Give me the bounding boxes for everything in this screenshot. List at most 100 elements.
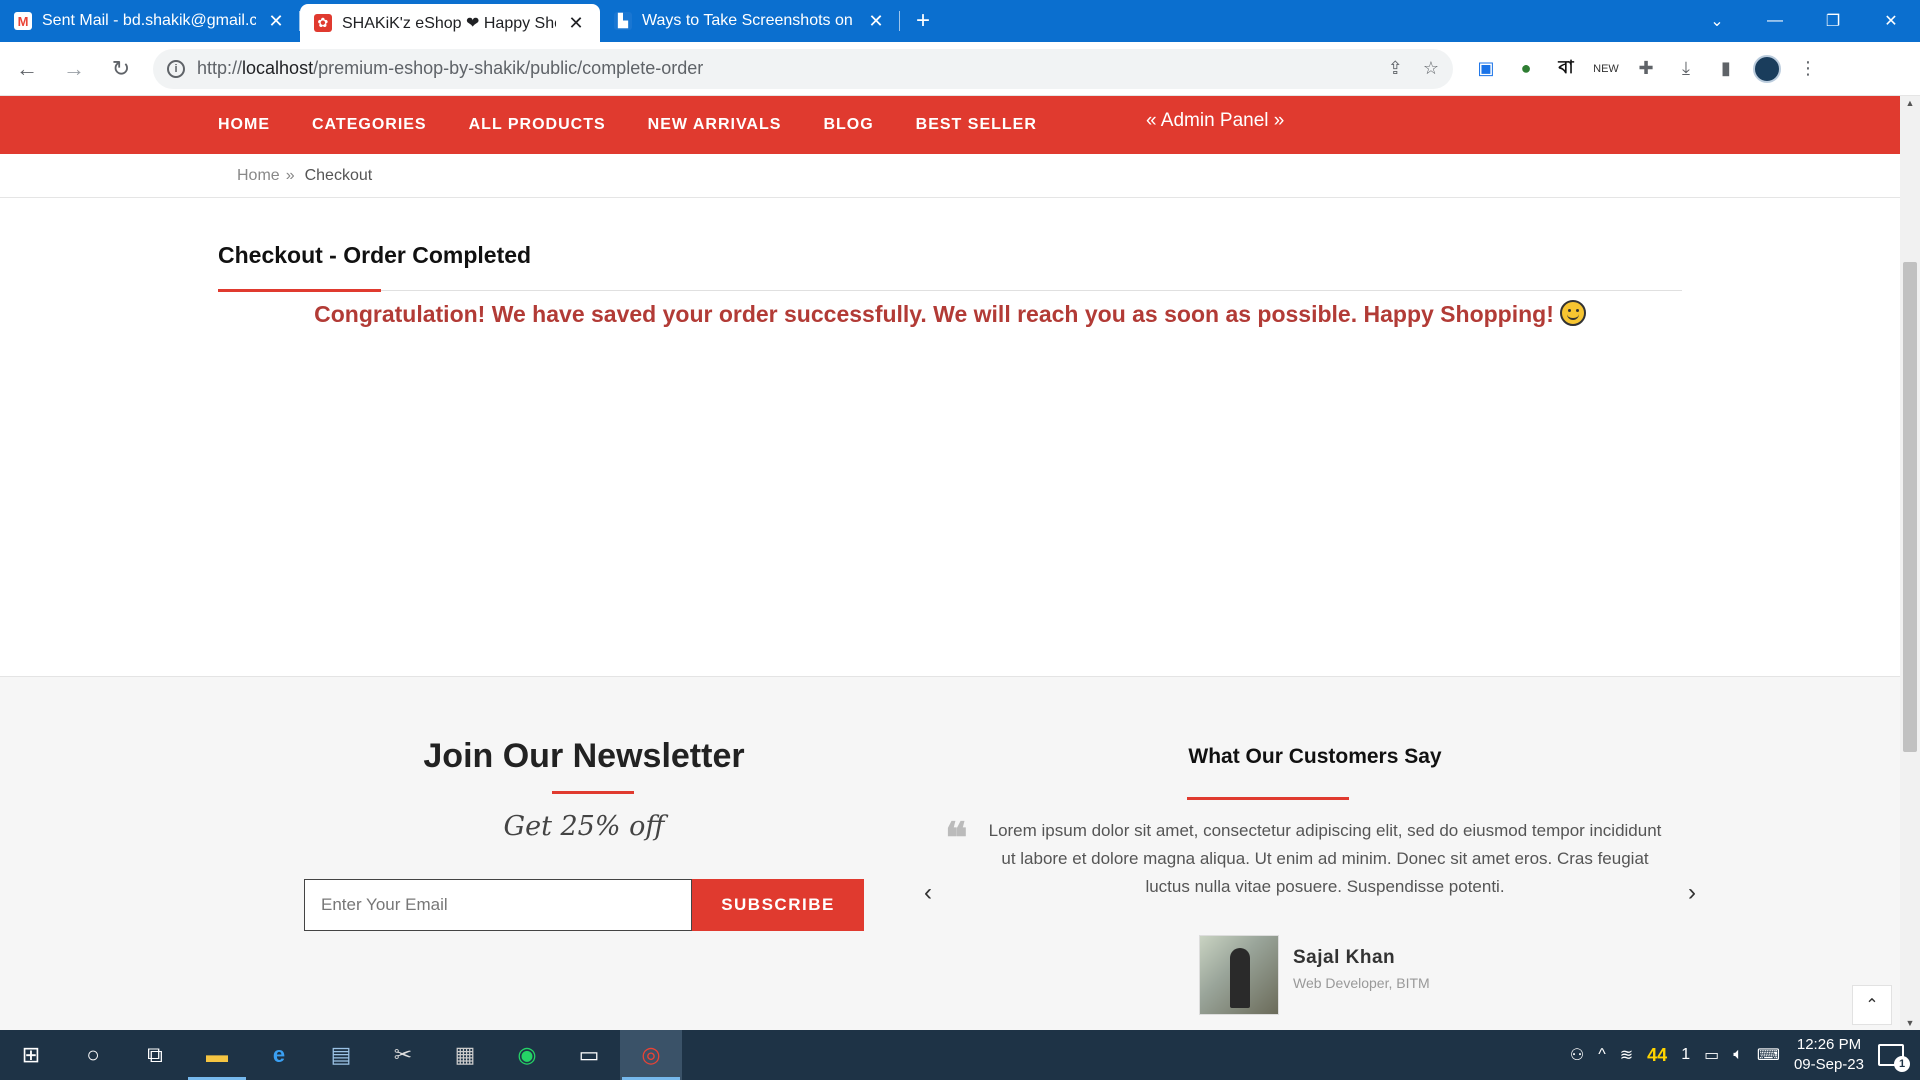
order-success-message: Congratulation! We have saved your order… — [218, 300, 1682, 328]
forward-icon[interactable]: → — [54, 49, 94, 89]
keyboard-icon[interactable]: ⌨ — [1757, 1045, 1780, 1065]
puzzle-icon[interactable]: ✚ — [1633, 56, 1659, 82]
scrollbar-thumb[interactable] — [1903, 262, 1917, 752]
save-extension-icon[interactable]: ▣ — [1473, 56, 1499, 82]
bangla-extension-icon[interactable]: বা — [1553, 56, 1579, 82]
scroll-down-icon[interactable]: ▼ — [1900, 1018, 1920, 1028]
scroll-up-icon[interactable]: ▲ — [1900, 98, 1920, 108]
whatsapp-icon[interactable]: ◉ — [496, 1030, 558, 1080]
title-accent-bar — [218, 289, 381, 292]
site-info-icon[interactable]: i — [167, 59, 185, 78]
side-panel-icon[interactable]: ▮ — [1713, 56, 1739, 82]
volume-icon[interactable]: 🔈︎ — [1733, 1046, 1743, 1064]
chrome-icon[interactable]: ◎ — [620, 1030, 682, 1080]
file-explorer-icon[interactable]: ▬ — [186, 1030, 248, 1080]
browser-tabbar: M Sent Mail - bd.shakik@gmail.com ✕ ✿ SH… — [0, 0, 1920, 42]
email-input[interactable]: Enter Your Email — [304, 879, 692, 931]
nav-blog[interactable]: BLOG — [823, 116, 873, 134]
wifi-icon[interactable]: ≋ — [1620, 1045, 1633, 1065]
tab-title: Ways to Take Screenshots on Windows — [642, 12, 856, 29]
tab-eshop[interactable]: ✿ SHAKiK'z eShop ❤ Happy Shopping ✕ — [300, 4, 600, 42]
tab-gmail[interactable]: M Sent Mail - bd.shakik@gmail.com ✕ — [0, 0, 300, 42]
task-view-icon[interactable]: ⧉ — [124, 1030, 186, 1080]
page-scrollbar[interactable]: ▲ ▼ — [1900, 96, 1920, 1030]
nav-categories[interactable]: CATEGORIES — [312, 116, 427, 134]
system-tray: ⚇ ^ ≋ 44 1 ▭ 🔈︎ ⌨ 12:26 PM 09-Sep-23 1 — [1570, 1035, 1920, 1075]
breadcrumb: Home » Checkout — [0, 154, 1900, 198]
menu-icon[interactable]: ⋮ — [1795, 56, 1821, 82]
share-icon[interactable]: ⇪ — [1388, 58, 1403, 79]
subscribe-button[interactable]: SUBSCRIBE — [692, 879, 864, 931]
testimonial-role: Web Developer, BITM — [1293, 975, 1430, 991]
close-window-icon[interactable]: ✕ — [1862, 0, 1920, 42]
extensions-area: ▣ ● বা NEW ✚ ⤓ ▮ ⋮ — [1473, 54, 1821, 83]
tab-screenshots[interactable]: ▙ Ways to Take Screenshots on Windows ✕ — [600, 0, 900, 42]
newsletter-testimonial-section: Join Our Newsletter Get 25% off Enter Yo… — [0, 676, 1900, 1030]
clock-time: 12:26 PM — [1796, 1036, 1862, 1053]
windows-start-icon[interactable]: ⊞ — [0, 1030, 62, 1080]
search-circle-icon[interactable]: ○ — [62, 1030, 124, 1080]
restore-icon[interactable]: ❐ — [1804, 0, 1862, 42]
globe-extension-icon[interactable]: ● — [1513, 56, 1539, 82]
url-host: localhost — [242, 58, 314, 78]
clock-date: 09-Sep-23 — [1793, 1056, 1864, 1073]
nav-best-seller[interactable]: BEST SELLER — [916, 116, 1037, 134]
quote-icon: ❝ — [945, 813, 968, 862]
admin-panel-link[interactable]: « Admin Panel » — [1146, 110, 1284, 132]
newsletter-subtitle: Get 25% off — [503, 811, 665, 842]
nav-all-products[interactable]: ALL PRODUCTS — [469, 116, 606, 134]
order-success-text: Congratulation! We have saved your order… — [314, 301, 1554, 327]
smiley-icon — [1559, 300, 1586, 326]
battery-icon[interactable]: ▭ — [1704, 1045, 1719, 1065]
profile-avatar[interactable] — [1753, 54, 1781, 83]
new-tab-button[interactable]: + — [900, 0, 946, 42]
shop-icon: ✿ — [314, 14, 332, 32]
close-icon[interactable]: ✕ — [266, 11, 286, 32]
url-prefix: http:// — [197, 58, 243, 78]
nav-new-arrivals[interactable]: NEW ARRIVALS — [648, 116, 782, 134]
breadcrumb-separator: » — [285, 166, 295, 184]
download-icon[interactable]: ⤓ — [1673, 56, 1699, 82]
site-icon: ▙ — [614, 12, 632, 30]
tray-counter-small: 1 — [1681, 1046, 1691, 1063]
terminal-icon[interactable]: ▭ — [558, 1030, 620, 1080]
main-navigation: HOME CATEGORIES ALL PRODUCTS NEW ARRIVAL… — [0, 96, 1900, 154]
address-bar[interactable]: i http://localhost/premium-eshop-by-shak… — [153, 48, 1453, 89]
avatar — [1199, 935, 1279, 1015]
snipping-tool-icon[interactable]: ✂ — [372, 1030, 434, 1080]
testimonial-title: What Our Customers Say — [1188, 745, 1442, 768]
people-icon[interactable]: ⚇ — [1570, 1045, 1584, 1065]
minimize-icon[interactable]: — — [1746, 0, 1804, 42]
tab-search-icon[interactable]: ⌄ — [1688, 0, 1746, 42]
bookmark-star-icon[interactable]: ☆ — [1423, 58, 1439, 79]
scroll-to-top-button[interactable]: ⌃ — [1852, 985, 1892, 1025]
notification-icon[interactable]: 1 — [1878, 1044, 1910, 1072]
edge-icon[interactable]: e — [248, 1030, 310, 1080]
network-app-icon[interactable]: ▦ — [434, 1030, 496, 1080]
chevron-left-icon[interactable]: ‹ — [924, 879, 932, 907]
clock[interactable]: 12:26 PM 09-Sep-23 — [1794, 1035, 1864, 1075]
page-viewport: HOME CATEGORIES ALL PRODUCTS NEW ARRIVAL… — [0, 96, 1900, 1030]
close-icon[interactable]: ✕ — [566, 13, 586, 34]
back-icon[interactable]: ← — [7, 49, 47, 89]
testimonial-accent-bar — [1187, 797, 1349, 800]
reload-icon[interactable]: ↻ — [101, 49, 141, 89]
control-panel-icon[interactable]: ▤ — [310, 1030, 372, 1080]
notification-count: 1 — [1894, 1056, 1910, 1072]
newsletter-title: Join Our Newsletter — [423, 737, 745, 775]
browser-toolbar: ← → ↻ i http://localhost/premium-eshop-b… — [0, 42, 1920, 96]
tab-title: Sent Mail - bd.shakik@gmail.com — [42, 12, 256, 29]
page-title: Checkout - Order Completed — [218, 242, 532, 268]
breadcrumb-current: Checkout — [304, 166, 373, 184]
newsletter-accent-bar — [552, 791, 634, 794]
breadcrumb-home[interactable]: Home — [237, 167, 280, 185]
url-path: /premium-eshop-by-shakik/public/complete… — [313, 58, 704, 78]
window-controls: ⌄ — ❐ ✕ — [1688, 0, 1920, 42]
nav-home[interactable]: HOME — [218, 116, 270, 134]
chevron-right-icon[interactable]: › — [1688, 879, 1696, 907]
chevron-up-icon[interactable]: ^ — [1598, 1046, 1606, 1064]
news-extension-icon[interactable]: NEW — [1593, 56, 1619, 82]
title-divider — [218, 290, 1682, 291]
close-icon[interactable]: ✕ — [866, 11, 886, 32]
tab-title: SHAKiK'z eShop ❤ Happy Shopping — [342, 15, 556, 32]
